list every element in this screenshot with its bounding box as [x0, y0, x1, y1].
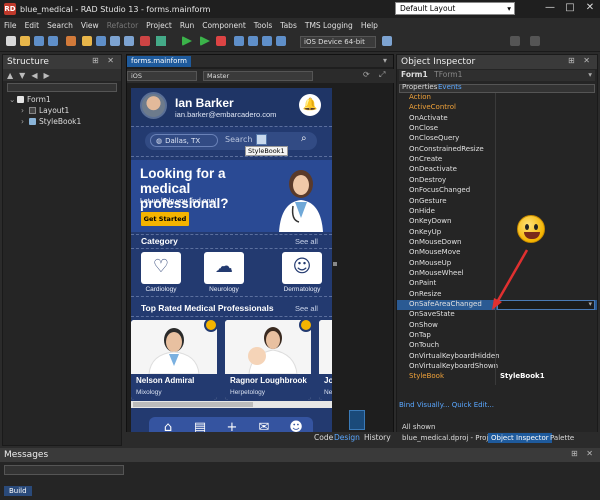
tab-build[interactable]: Build [4, 486, 32, 496]
messages-header: Messages ⊞ ✕ [0, 448, 600, 462]
messages-filter-input[interactable] [4, 465, 124, 475]
messages-panel-controls[interactable]: ⊞ ✕ [571, 449, 596, 458]
messages-panel: Messages ⊞ ✕ Build [0, 448, 600, 500]
annotation-arrow [492, 249, 529, 310]
messages-title: Messages [4, 450, 49, 460]
